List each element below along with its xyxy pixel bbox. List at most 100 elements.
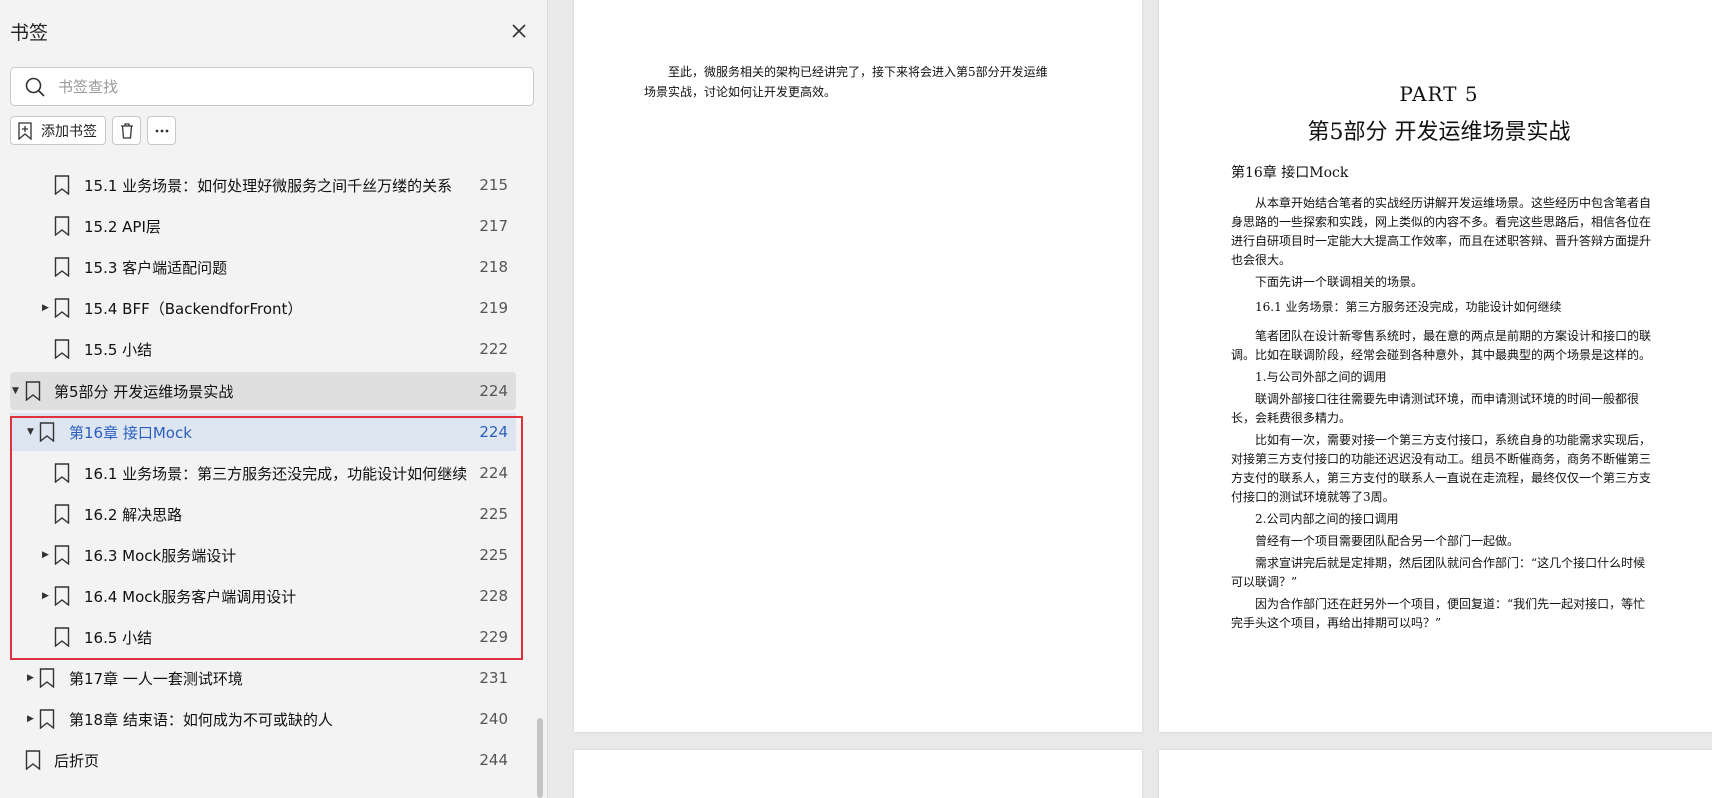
bookmark-icon: [54, 298, 70, 318]
page-paragraph: 笔者团队在设计新零售系统时，最在意的两点是前期的方案设计和接口的联调。比如在联调…: [1231, 329, 1652, 362]
bookmark-label: 16.5 小结: [84, 628, 153, 647]
more-icon: [155, 129, 168, 132]
add-bookmark-button[interactable]: 添加书签: [10, 116, 106, 145]
expand-arrow-icon[interactable]: ▶: [42, 591, 52, 601]
bookmark-icon: [39, 709, 55, 729]
bookmark-page: 224: [479, 382, 508, 400]
bookmark-icon: [54, 339, 70, 359]
bookmark-chapter-item[interactable]: ▶ 第17章 一人一套测试环境 231: [10, 659, 516, 697]
bookmark-item[interactable]: 16.2 解决思路 225: [10, 495, 516, 533]
bookmark-label: 第16章 接口Mock: [69, 423, 192, 442]
page-paragraph: 联调外部接口往往需要先申请测试环境，而申请测试环境的时间一般都很长，会耗费很多精…: [1231, 392, 1640, 425]
part-title-en: PART 5: [1399, 82, 1479, 106]
bookmark-label: 15.1 业务场景：如何处理好微服务之间千丝万缕的关系: [84, 176, 453, 195]
bookmark-page: 219: [479, 299, 508, 317]
bookmark-part-item[interactable]: ▼ 第5部分 开发运维场景实战 224: [10, 372, 516, 410]
bookmark-label: 16.3 Mock服务端设计: [84, 546, 237, 565]
trash-icon: [120, 122, 133, 139]
bookmark-item[interactable]: 15.3 客户端适配问题 218: [10, 248, 516, 286]
page-paragraph: 比如有一次，需要对接一个第三方支付接口，系统自身的功能需求实现后，对接第三方支付…: [1231, 433, 1652, 504]
subsection-heading: 2.公司内部之间的接口调用: [1255, 512, 1399, 526]
bookmark-page: 225: [479, 505, 508, 523]
search-input[interactable]: [58, 77, 498, 96]
bookmark-page: 244: [479, 751, 508, 769]
page-paragraph: 至此，微服务相关的架构已经讲完了，接下来将会进入第5部分开发运维场景实战，讨论如…: [644, 65, 1048, 99]
bookmark-page: 217: [479, 217, 508, 235]
page-body: 从本章开始结合笔者的实战经历讲解开发运维场景。这些经历中包含笔者自身思路的一些探…: [1231, 194, 1655, 636]
bookmark-label: 第17章 一人一套测试环境: [69, 669, 243, 688]
bookmark-label: 15.3 客户端适配问题: [84, 258, 228, 277]
collapse-arrow-icon[interactable]: ▼: [27, 427, 37, 437]
bookmark-page: 224: [479, 423, 508, 441]
bookmark-page: 228: [479, 587, 508, 605]
page-paragraph: 因为合作部门还在赶另外一个项目，便回复道：“我们先一起对接口，等忙完手头这个项目…: [1231, 597, 1646, 630]
bookmark-list: 15.1 业务场景：如何处理好微服务之间千丝万缕的关系 215 15.2 API…: [0, 166, 530, 798]
bookmark-item[interactable]: 16.1 业务场景：第三方服务还没完成，功能设计如何继续 224: [10, 454, 516, 492]
expand-arrow-icon[interactable]: ▶: [42, 550, 52, 560]
bookmark-item[interactable]: 16.5 小结 229: [10, 618, 516, 656]
bookmark-page: 218: [479, 258, 508, 276]
subsection-heading: 1.与公司外部之间的调用: [1255, 370, 1387, 384]
bookmark-icon: [39, 422, 55, 442]
bookmark-label: 第5部分 开发运维场景实战: [54, 382, 234, 401]
bookmark-icon: [54, 175, 70, 195]
more-options-button[interactable]: [147, 116, 176, 145]
section-heading: 16.1 业务场景：第三方服务还没完成，功能设计如何继续: [1255, 300, 1562, 314]
search-icon: [25, 77, 45, 97]
bookmark-chapter-item-selected[interactable]: ▼ 第16章 接口Mock 224: [10, 413, 516, 451]
bookmark-label: 后折页: [54, 751, 100, 770]
scrollbar-thumb[interactable]: [537, 718, 543, 798]
bookmark-page: 215: [479, 176, 508, 194]
expand-arrow-icon[interactable]: ▶: [27, 673, 37, 683]
bookmark-page: 229: [479, 628, 508, 646]
chapter-title: 第16章 接口Mock: [1231, 165, 1349, 181]
bookmark-icon: [25, 750, 41, 770]
expand-arrow-icon[interactable]: ▶: [42, 303, 52, 313]
page-paragraph: 下面先讲一个联调相关的场景。: [1255, 275, 1424, 289]
bookmark-item[interactable]: 后折页 244: [10, 741, 516, 779]
document-page: 至此，微服务相关的架构已经讲完了，接下来将会进入第5部分开发运维场景实战，讨论如…: [574, 0, 1142, 732]
bookmark-label: 16.1 业务场景：第三方服务还没完成，功能设计如何继续: [84, 464, 468, 483]
bookmark-label: 16.4 Mock服务客户端调用设计: [84, 587, 297, 606]
bookmark-label: 15.5 小结: [84, 340, 153, 359]
bookmark-label: 第18章 结束语：如何成为不可或缺的人: [69, 710, 333, 729]
part-title-cn: 第5部分 开发运维场景实战: [1307, 120, 1571, 145]
bookmark-panel: 书签 添加书签: [0, 0, 548, 798]
bookmark-icon: [39, 668, 55, 688]
add-bookmark-icon: [18, 121, 32, 140]
close-icon[interactable]: [508, 20, 530, 42]
bookmark-page: 222: [479, 340, 508, 358]
bookmark-icon: [25, 381, 41, 401]
bookmark-icon: [54, 504, 70, 524]
document-page: [1159, 750, 1712, 798]
bookmark-item[interactable]: ▶ 16.4 Mock服务客户端调用设计 228: [10, 577, 516, 615]
add-bookmark-label: 添加书签: [41, 123, 97, 140]
document-page: [574, 750, 1142, 798]
bookmark-icon: [54, 216, 70, 236]
bookmark-item[interactable]: 15.1 业务场景：如何处理好微服务之间千丝万缕的关系 215: [10, 166, 516, 204]
bookmark-page: 240: [479, 710, 508, 728]
bookmark-icon: [54, 545, 70, 565]
bookmark-toolbar: 添加书签: [10, 116, 176, 145]
bookmark-item[interactable]: ▶ 16.3 Mock服务端设计 225: [10, 536, 516, 574]
bookmark-page: 225: [479, 546, 508, 564]
bookmark-icon: [54, 257, 70, 277]
bookmark-item[interactable]: 15.2 API层 217: [10, 207, 516, 245]
bookmark-item[interactable]: ▶ 15.4 BFF（BackendforFront） 219: [10, 289, 516, 327]
bookmark-label: 15.4 BFF（BackendforFront）: [84, 299, 303, 318]
page-paragraph: 需求宣讲完后就是定排期，然后团队就问合作部门：“这几个接口什么时候可以联调？”: [1231, 556, 1646, 589]
bookmark-page: 231: [479, 669, 508, 687]
delete-bookmark-button[interactable]: [112, 116, 141, 145]
bookmark-label: 15.2 API层: [84, 217, 161, 236]
bookmark-icon: [54, 586, 70, 606]
document-page: PART 5 第5部分 开发运维场景实战 第16章 接口Mock 从本章开始结合…: [1159, 0, 1712, 732]
expand-arrow-icon[interactable]: ▶: [27, 714, 37, 724]
bookmark-icon: [54, 463, 70, 483]
bookmark-label: 16.2 解决思路: [84, 505, 183, 524]
bookmark-search[interactable]: [10, 67, 534, 106]
collapse-arrow-icon[interactable]: ▼: [12, 386, 22, 396]
bookmark-icon: [54, 627, 70, 647]
bookmark-chapter-item[interactable]: ▶ 第18章 结束语：如何成为不可或缺的人 240: [10, 700, 516, 738]
bookmark-item[interactable]: 15.5 小结 222: [10, 330, 516, 368]
panel-title: 书签: [10, 22, 49, 44]
